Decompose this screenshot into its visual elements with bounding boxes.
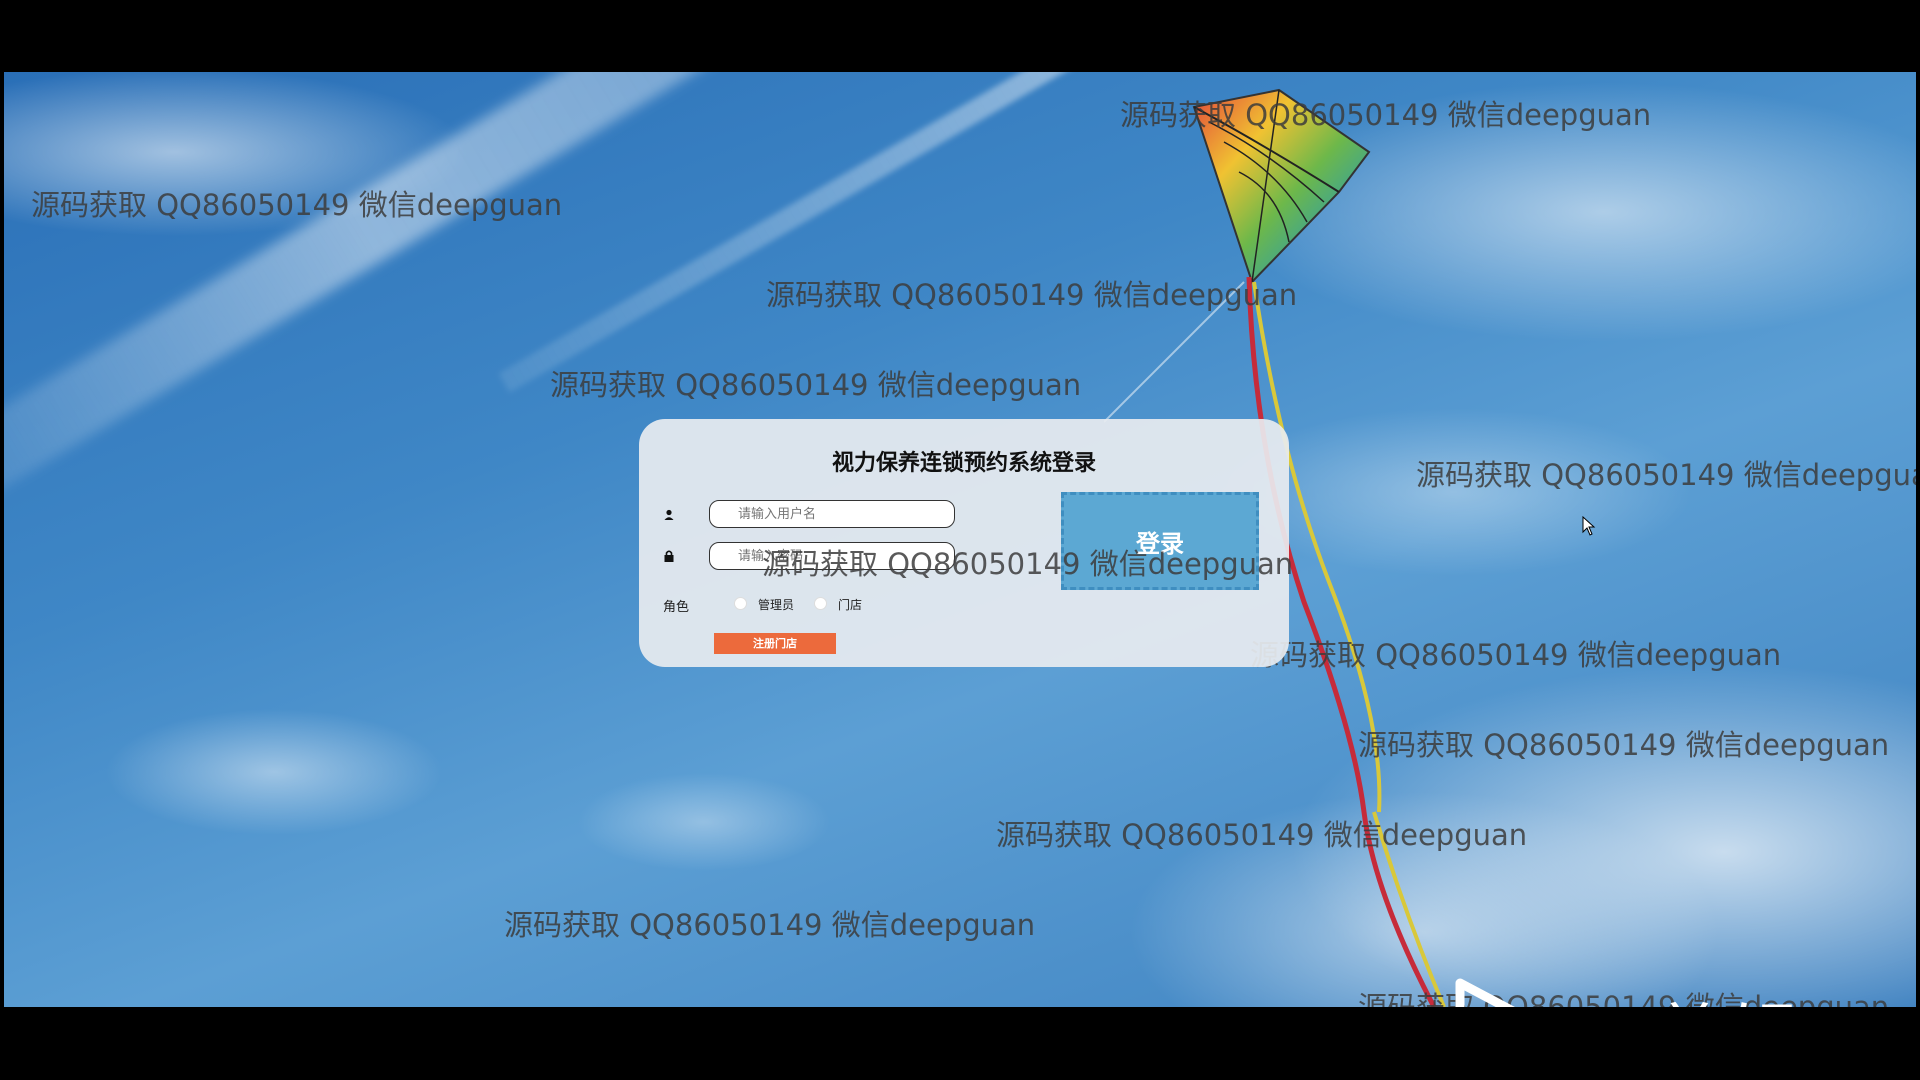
mouse-cursor-icon: [1582, 516, 1596, 536]
ev-play-icon: [1455, 978, 1515, 1007]
user-icon: [664, 509, 674, 520]
screen: 源码获取 QQ86050149 微信deepguan 源码获取 QQ860501…: [0, 0, 1920, 1080]
role-store-label: 门店: [838, 598, 863, 612]
register-store-button[interactable]: 注册门店: [714, 633, 836, 654]
watermark-text: 源码获取 QQ86050149 微信deepguan: [1120, 98, 1652, 132]
watermark-text: 源码获取 QQ86050149 微信deepguan: [31, 188, 563, 222]
watermark-text: 源码获取 QQ86050149 微信deepguan: [996, 818, 1528, 852]
ev-brand-logo: eV剪辑: [1454, 977, 1834, 1007]
role-admin-label: 管理员: [758, 598, 795, 612]
ev-brand-text: eV剪辑: [1556, 979, 1802, 1007]
watermark-text: 源码获取 QQ86050149 微信deepguan: [1358, 728, 1890, 762]
username-input[interactable]: [709, 500, 955, 528]
watermark-text: 源码获取 QQ86050149 微信deepguan: [1250, 638, 1782, 672]
watermark-text: 源码获取 QQ86050149 微信deepguan: [1416, 458, 1916, 492]
role-radio-admin[interactable]: [734, 597, 747, 610]
watermark-text: 源码获取 QQ86050149 微信deepguan: [766, 278, 1298, 312]
login-card: 视力保养连锁预约系统登录 角色 管理员 门店 注册门店 登录 源码获取 QQ86…: [639, 419, 1293, 667]
watermark-text: 源码获取 QQ86050149 微信deepguan: [762, 547, 1294, 581]
login-title: 视力保养连锁预约系统登录: [831, 451, 1096, 476]
watermark-text: 源码获取 QQ86050149 微信deepguan: [504, 908, 1036, 942]
role-radio-store[interactable]: [814, 597, 827, 610]
role-label: 角色: [663, 600, 690, 615]
lock-icon: [664, 550, 674, 562]
watermark-text: 源码获取 QQ86050149 微信deepguan: [550, 368, 1082, 402]
